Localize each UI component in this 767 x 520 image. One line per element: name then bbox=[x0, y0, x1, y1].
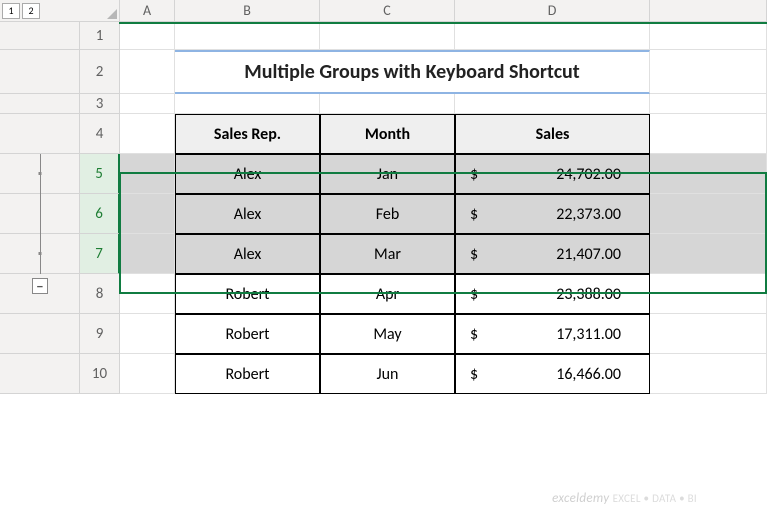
sales-value: 16,466.00 bbox=[556, 365, 621, 384]
row-header-2[interactable]: 2 bbox=[80, 50, 120, 94]
row-header-1[interactable]: 1 bbox=[80, 22, 120, 50]
cell-A5[interactable] bbox=[120, 154, 175, 194]
cell-rep-8[interactable]: Robert bbox=[175, 274, 320, 314]
cell-sales-7[interactable]: $ 21,407.00 bbox=[455, 234, 650, 274]
row-header-4[interactable]: 4 bbox=[80, 114, 120, 154]
cell-E7[interactable] bbox=[650, 234, 767, 274]
sales-value: 24,702.00 bbox=[556, 165, 621, 184]
outline-gutter bbox=[0, 50, 80, 94]
cell-month-10[interactable]: Jun bbox=[320, 354, 455, 394]
cell-D1[interactable] bbox=[455, 22, 650, 50]
sales-value: 23,388.00 bbox=[556, 285, 621, 304]
outline-gutter-row8: − bbox=[0, 274, 80, 314]
outline-level-1-button[interactable]: 1 bbox=[2, 3, 20, 19]
cell-E6[interactable] bbox=[650, 194, 767, 234]
cell-E10[interactable] bbox=[650, 354, 767, 394]
cell-A7[interactable] bbox=[120, 234, 175, 274]
outline-level-2-button[interactable]: 2 bbox=[22, 3, 40, 19]
cell-sales-8[interactable]: $ 23,388.00 bbox=[455, 274, 650, 314]
outline-level-header: 1 2 bbox=[0, 0, 80, 22]
cell-month-6[interactable]: Feb bbox=[320, 194, 455, 234]
cell-B3[interactable] bbox=[175, 94, 320, 114]
cell-month-9[interactable]: May bbox=[320, 314, 455, 354]
currency-symbol: $ bbox=[470, 245, 478, 264]
column-header-D[interactable]: D bbox=[455, 0, 650, 22]
table-header-sales[interactable]: Sales bbox=[455, 114, 650, 154]
cell-A9[interactable] bbox=[120, 314, 175, 354]
sales-value: 17,311.00 bbox=[556, 325, 621, 344]
outline-gutter bbox=[0, 22, 80, 50]
cell-E2[interactable] bbox=[650, 50, 767, 94]
cell-A10[interactable] bbox=[120, 354, 175, 394]
group-line-icon bbox=[40, 154, 41, 274]
cell-rep-7[interactable]: Alex bbox=[175, 234, 320, 274]
cell-E1[interactable] bbox=[650, 22, 767, 50]
outline-gutter bbox=[0, 94, 80, 114]
cell-sales-5[interactable]: $ 24,702.00 bbox=[455, 154, 650, 194]
row-header-7[interactable]: 7 bbox=[80, 234, 120, 274]
outline-gutter-row10 bbox=[0, 354, 80, 394]
cell-A6[interactable] bbox=[120, 194, 175, 234]
cell-rep-6[interactable]: Alex bbox=[175, 194, 320, 234]
cell-A3[interactable] bbox=[120, 94, 175, 114]
currency-symbol: $ bbox=[470, 325, 478, 344]
cell-rep-5[interactable]: Alex bbox=[175, 154, 320, 194]
watermark-text: exceldemy EXCEL • DATA • BI bbox=[552, 491, 697, 506]
cell-D3[interactable] bbox=[455, 94, 650, 114]
row-header-9[interactable]: 9 bbox=[80, 314, 120, 354]
cell-A1[interactable] bbox=[120, 22, 175, 50]
sales-value: 21,407.00 bbox=[556, 245, 621, 264]
cell-E5[interactable] bbox=[650, 154, 767, 194]
sales-value: 22,373.00 bbox=[556, 205, 621, 224]
select-all-corner[interactable] bbox=[80, 0, 120, 22]
cell-A8[interactable] bbox=[120, 274, 175, 314]
cell-sales-6[interactable]: $ 22,373.00 bbox=[455, 194, 650, 234]
cell-E4[interactable] bbox=[650, 114, 767, 154]
outline-gutter-row9 bbox=[0, 314, 80, 354]
cell-E8[interactable] bbox=[650, 274, 767, 314]
table-header-month[interactable]: Month bbox=[320, 114, 455, 154]
cell-C1[interactable] bbox=[320, 22, 455, 50]
group-collapse-button[interactable]: − bbox=[32, 278, 48, 294]
currency-symbol: $ bbox=[470, 205, 478, 224]
row-header-6[interactable]: 6 bbox=[80, 194, 120, 234]
column-header-extra[interactable] bbox=[650, 0, 767, 22]
cell-rep-9[interactable]: Robert bbox=[175, 314, 320, 354]
table-header-rep[interactable]: Sales Rep. bbox=[175, 114, 320, 154]
column-header-A[interactable]: A bbox=[120, 0, 175, 22]
cell-E9[interactable] bbox=[650, 314, 767, 354]
title-cell[interactable]: Multiple Groups with Keyboard Shortcut bbox=[175, 50, 650, 94]
cell-month-8[interactable]: Apr bbox=[320, 274, 455, 314]
currency-symbol: $ bbox=[470, 165, 478, 184]
row-header-5[interactable]: 5 bbox=[80, 154, 120, 194]
column-header-B[interactable]: B bbox=[175, 0, 320, 22]
cell-month-5[interactable]: Jan bbox=[320, 154, 455, 194]
row-header-8[interactable]: 8 bbox=[80, 274, 120, 314]
row-header-10[interactable]: 10 bbox=[80, 354, 120, 394]
cell-A4[interactable] bbox=[120, 114, 175, 154]
column-header-C[interactable]: C bbox=[320, 0, 455, 22]
outline-gutter bbox=[0, 114, 80, 154]
currency-symbol: $ bbox=[470, 285, 478, 304]
cell-sales-10[interactable]: $ 16,466.00 bbox=[455, 354, 650, 394]
cell-sales-9[interactable]: $ 17,311.00 bbox=[455, 314, 650, 354]
cell-rep-10[interactable]: Robert bbox=[175, 354, 320, 394]
currency-symbol: $ bbox=[470, 365, 478, 384]
cell-A2[interactable] bbox=[120, 50, 175, 94]
cell-C3[interactable] bbox=[320, 94, 455, 114]
cell-E3[interactable] bbox=[650, 94, 767, 114]
cell-month-7[interactable]: Mar bbox=[320, 234, 455, 274]
cell-B1[interactable] bbox=[175, 22, 320, 50]
row-header-3[interactable]: 3 bbox=[80, 94, 120, 114]
